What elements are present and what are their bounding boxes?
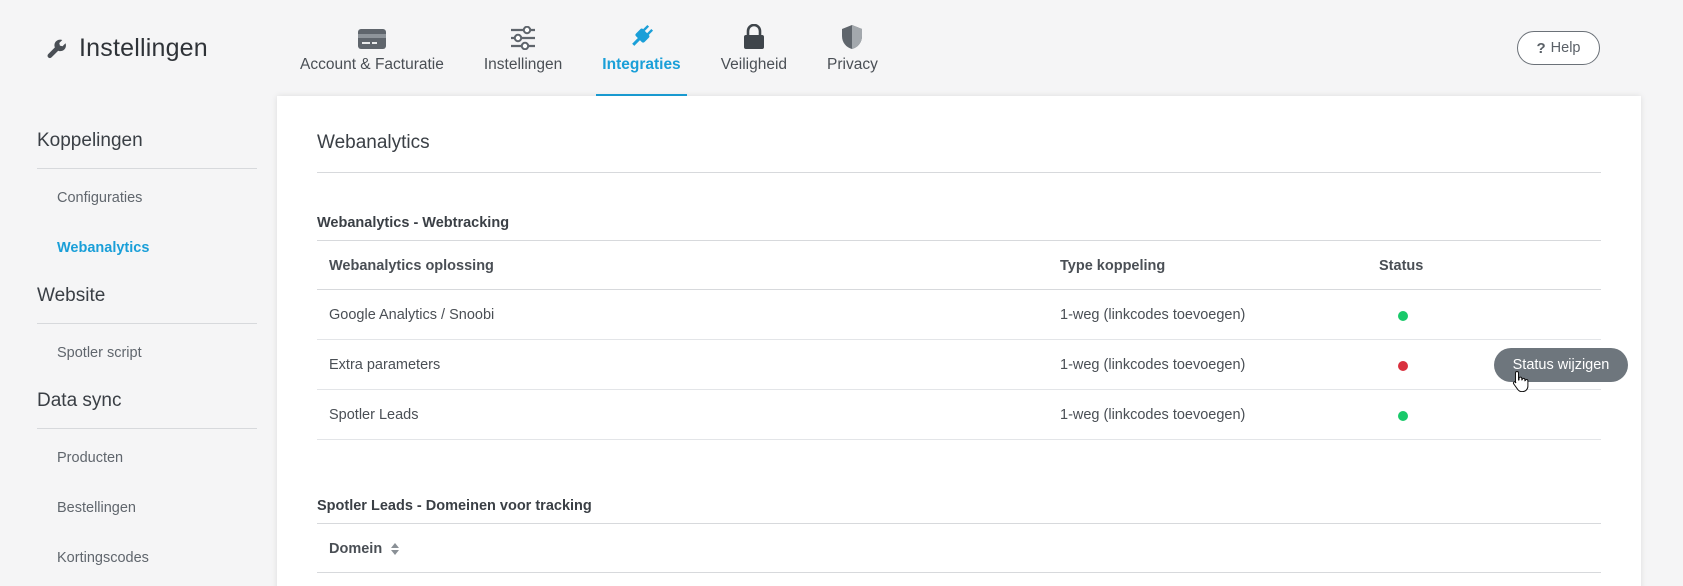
brand: Instellingen: [45, 34, 208, 63]
sidebar-item-bestellingen[interactable]: Bestellingen: [37, 483, 257, 533]
sidebar-item-producten[interactable]: Producten: [37, 433, 257, 483]
top-bar: Instellingen Account & Facturatie Instel…: [0, 0, 1683, 96]
column-header-domein[interactable]: Domein: [329, 524, 400, 574]
sidebar-heading-koppelingen: Koppelingen: [37, 96, 257, 169]
tab-instellingen[interactable]: Instellingen: [484, 0, 562, 96]
credit-card-icon: [357, 29, 386, 49]
status-dot-inactive: [1398, 361, 1408, 371]
section-heading: Webanalytics: [317, 132, 430, 153]
integration-type: 1-weg (linkcodes toevoegen): [1060, 407, 1246, 423]
sort-icon: [391, 543, 400, 556]
column-header-oplossing: Webanalytics oplossing: [329, 258, 494, 274]
table-row[interactable]: Spotler Leads 1-weg (linkcodes toevoegen…: [317, 390, 1601, 440]
sliders-icon: [511, 26, 536, 50]
sidebar-item-webanalytics[interactable]: Webanalytics: [37, 223, 257, 273]
sidebar-item-spotler-script[interactable]: Spotler script: [37, 328, 257, 378]
tab-account-facturatie[interactable]: Account & Facturatie: [300, 0, 444, 96]
page-title: Instellingen: [79, 34, 208, 62]
divider: [317, 172, 1601, 173]
integration-name: Google Analytics / Snoobi: [329, 307, 495, 323]
column-header-label: Domein: [329, 541, 383, 557]
domains-table: Domein: [317, 523, 1601, 573]
plug-icon: [632, 24, 654, 46]
content-panel: Webanalytics Webanalytics - Webtracking …: [277, 96, 1641, 586]
sidebar: Koppelingen Configuraties Webanalytics W…: [37, 96, 257, 583]
lock-icon: [743, 24, 764, 49]
sidebar-item-configuraties[interactable]: Configuraties: [37, 173, 257, 223]
wrench-icon: [47, 39, 66, 58]
integration-name: Extra parameters: [329, 357, 441, 373]
tab-veiligheid[interactable]: Veiligheid: [721, 0, 787, 96]
tab-label: Account & Facturatie: [300, 56, 444, 73]
tab-label: Instellingen: [483, 56, 563, 73]
table-row[interactable]: Google Analytics / Snoobi 1-weg (linkcod…: [317, 290, 1601, 340]
tab-label: Integraties: [602, 56, 681, 73]
main-tabs: Account & Facturatie Instellingen Integr…: [300, 0, 918, 96]
table-header-row: Webanalytics oplossing Type koppeling St…: [317, 240, 1601, 290]
status-dot-active: [1398, 411, 1408, 421]
integration-type: 1-weg (linkcodes toevoegen): [1060, 357, 1246, 373]
integration-name: Spotler Leads: [329, 407, 419, 423]
tab-label: Privacy: [827, 56, 878, 73]
column-header-type: Type koppeling: [1060, 258, 1166, 274]
status-dot-active: [1398, 311, 1408, 321]
sidebar-item-kortingscodes[interactable]: Kortingscodes: [37, 533, 257, 583]
table-header-row: Domein: [317, 523, 1601, 573]
column-header-status: Status: [1379, 258, 1424, 274]
help-label: Help: [1550, 40, 1581, 56]
webtracking-table: Webanalytics oplossing Type koppeling St…: [317, 240, 1628, 440]
sidebar-heading-data-sync: Data sync: [37, 378, 257, 429]
tab-label: Veiligheid: [720, 56, 788, 73]
sidebar-heading-website: Website: [37, 273, 257, 324]
webtracking-title: Webanalytics - Webtracking: [317, 215, 510, 231]
integration-type: 1-weg (linkcodes toevoegen): [1060, 307, 1246, 323]
question-icon: ?: [1536, 39, 1546, 57]
tab-privacy[interactable]: Privacy: [827, 0, 878, 96]
hand-cursor-icon: [1512, 370, 1529, 392]
table-row[interactable]: Extra parameters 1-weg (linkcodes toevoe…: [317, 340, 1628, 392]
tab-integraties[interactable]: Integraties: [596, 0, 688, 96]
shield-icon: [842, 25, 863, 49]
domains-title: Spotler Leads - Domeinen voor tracking: [317, 498, 592, 514]
help-button[interactable]: ? Help: [1517, 31, 1600, 65]
